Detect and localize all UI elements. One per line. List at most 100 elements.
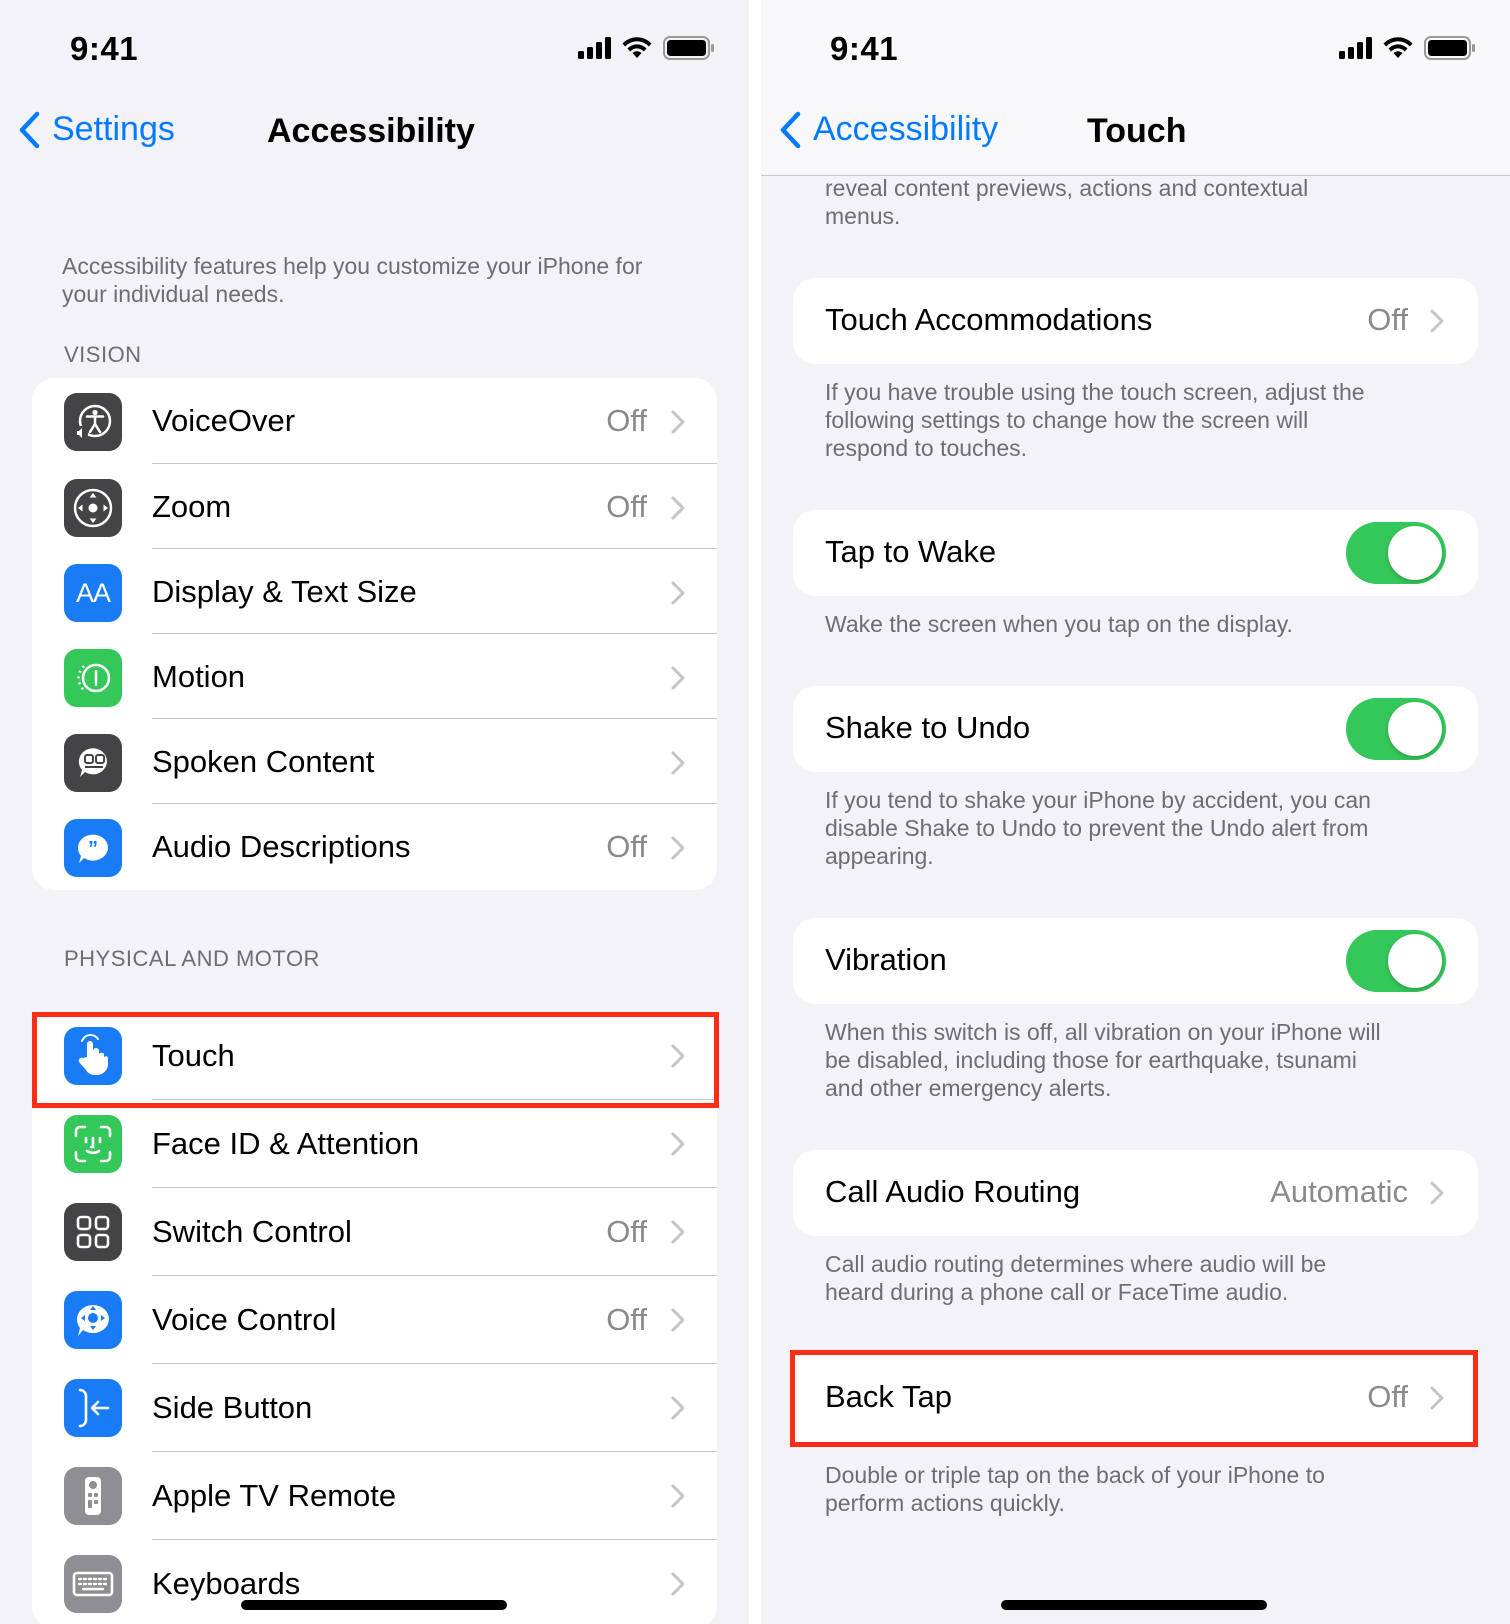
row-label: Switch Control [152,1214,352,1249]
home-indicator [241,1600,507,1610]
page-title: Touch [1087,112,1187,150]
chevron-right-icon [671,1220,685,1244]
row-label: Zoom [152,488,232,524]
section-header-vision: VISION [64,342,142,367]
vibration-toggle[interactable] [1346,930,1446,992]
row-label: Audio Descriptions [152,829,411,864]
wifi-icon [622,37,652,58]
row-shake-to-undo: Shake to Undo [793,686,1478,772]
chevron-right-icon [671,1484,685,1508]
chevron-right-icon [671,666,685,690]
row-face-id-attention[interactable]: Face ID & Attention [32,1100,717,1188]
row-back-tap[interactable]: Back Tap Off [793,1355,1478,1441]
shake-to-undo-note: If you tend to shake your iPhone by acci… [825,787,1371,869]
row-value: Off [606,1214,647,1249]
row-label: Call Audio Routing [825,1174,1081,1209]
row-label: Apple TV Remote [152,1478,397,1513]
text-size-icon: AA [64,564,122,622]
back-button[interactable]: Accessibility [779,110,998,149]
svg-text:”: ” [88,838,98,860]
row-label: Back Tap [825,1379,952,1414]
wifi-icon [1383,37,1413,58]
zoom-icon [64,479,122,537]
spoken-content-icon [64,734,122,792]
call-audio-routing-note: Call audio routing determines where audi… [825,1251,1327,1305]
chevron-left-icon [19,111,40,148]
row-label: Motion [152,658,246,694]
row-spoken-content[interactable]: Spoken Content [32,719,717,804]
row-keyboards[interactable]: Keyboards [32,1540,717,1624]
row-label: Face ID & Attention [152,1126,420,1161]
chevron-right-icon [1430,1181,1444,1205]
chevron-right-icon [671,836,685,860]
vibration-note: When this switch is off, all vibration o… [825,1019,1381,1101]
audio-descriptions-icon: ” [64,819,122,877]
back-label: Settings [52,110,175,148]
row-motion[interactable]: Motion [32,634,717,719]
chevron-right-icon [671,751,685,775]
row-apple-tv-remote[interactable]: Apple TV Remote [32,1452,717,1540]
shake-to-undo-toggle[interactable] [1346,698,1446,760]
tap-to-wake-note: Wake the screen when you tap on the disp… [825,611,1293,637]
physical-motor-list: Touch Face ID & Attention Switch Control… [32,1012,717,1624]
tv-remote-icon [64,1467,122,1525]
back-label: Accessibility [813,110,999,148]
chevron-right-icon [671,1308,685,1332]
row-value: Off [606,1302,647,1337]
status-time: 9:41 [830,30,899,67]
row-value: Off [606,829,647,864]
chevron-right-icon [671,410,685,434]
row-side-button[interactable]: Side Button [32,1364,717,1452]
row-label: Display & Text Size [152,573,417,609]
row-touch-accommodations[interactable]: Touch Accommodations Off [793,278,1478,364]
row-label: VoiceOver [152,403,296,438]
row-call-audio-routing[interactable]: Call Audio Routing Automatic [793,1150,1478,1236]
row-touch[interactable]: Touch [32,1012,717,1100]
chevron-right-icon [671,1132,685,1156]
row-label: Shake to Undo [825,710,1031,745]
chevron-left-icon [780,111,801,148]
row-label: Touch [152,1038,235,1073]
nav-bar: Accessibility Touch [761,100,1510,176]
row-value: Off [1367,1379,1408,1414]
vision-list: VoiceOver Off Zoom Off AA Display & Text… [32,378,717,890]
row-value: Automatic [1270,1174,1408,1209]
row-audio-descriptions[interactable]: ” Audio Descriptions Off [32,804,717,890]
row-label: Side Button [152,1390,313,1425]
row-display-text-size[interactable]: AA Display & Text Size [32,549,717,634]
row-label: Vibration [825,942,947,977]
intro-text: Accessibility features help you customiz… [62,253,643,307]
touch-hand-icon [64,1027,122,1085]
row-label: Tap to Wake [825,534,997,569]
page-title: Accessibility [267,112,475,150]
chevron-right-icon [671,1396,685,1420]
row-tap-to-wake: Tap to Wake [793,510,1478,596]
back-tap-note: Double or triple tap on the back of your… [825,1462,1325,1516]
row-zoom[interactable]: Zoom Off [32,464,717,549]
nav-bar: Settings Accessibility [0,100,749,176]
chevron-right-icon [1430,1386,1444,1410]
row-voiceover[interactable]: VoiceOver Off [32,378,717,464]
top-note: reveal content previews, actions and con… [825,175,1309,229]
cellular-signal-icon [578,37,611,59]
row-vibration: Vibration [793,918,1478,1004]
home-indicator [1001,1600,1267,1610]
tap-to-wake-toggle[interactable] [1346,522,1446,584]
touch-accommodations-note: If you have trouble using the touch scre… [825,379,1365,461]
row-label: Voice Control [152,1302,337,1337]
back-button[interactable]: Settings [18,110,175,149]
row-switch-control[interactable]: Switch Control Off [32,1188,717,1276]
chevron-right-icon [1430,309,1444,333]
status-bar: 9:41 [0,0,749,100]
touch-screen: reveal content previews, actions and con… [761,0,1510,1624]
chevron-right-icon [671,1044,685,1068]
row-value: Off [1367,302,1408,337]
chevron-right-icon [671,496,685,520]
chevron-right-icon [671,1572,685,1596]
row-value: Off [606,488,647,524]
status-time: 9:41 [70,30,139,67]
face-id-icon [64,1115,122,1173]
row-voice-control[interactable]: Voice Control Off [32,1276,717,1364]
battery-icon [663,36,714,60]
voiceover-icon [64,393,122,451]
